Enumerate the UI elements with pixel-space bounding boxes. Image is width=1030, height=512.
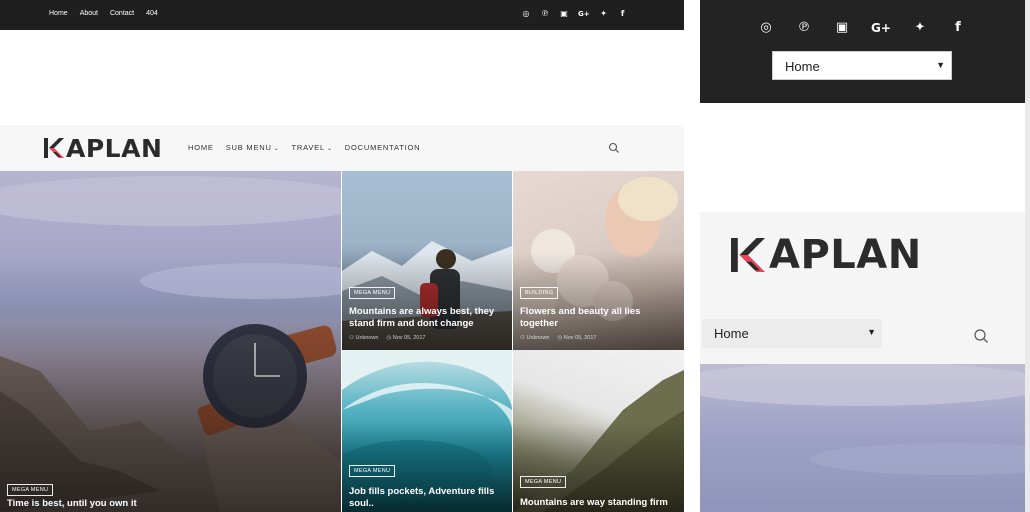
main-menu: HOME SUB MENU ⌄ TRAVEL ⌄ DOCUMENTATION <box>188 143 420 152</box>
logo-k-icon <box>731 238 765 272</box>
mobile-view: ◎ ℗ ▣ G+ ✦ f Home ▼ APLAN Home ▼ <box>700 0 1030 512</box>
google-plus-icon[interactable]: G+ <box>578 9 590 19</box>
mobile-top-select[interactable]: Home ▼ <box>772 51 952 80</box>
screenshot-canvas: Home About Contact 404 ◎ ℗ ▣ G+ ✦ f APLA… <box>0 0 1030 512</box>
mobile-nav-select-value: Home <box>714 326 749 341</box>
hero-post-mountains[interactable]: MEGA MENU Mountains are always best, the… <box>342 171 512 350</box>
post-date: ◷ Nov 05, 2017 <box>557 335 596 341</box>
hero-post-flowers[interactable]: BUILDING Flowers and beauty all lies tog… <box>513 171 684 350</box>
pinterest-icon[interactable]: ℗ <box>540 9 550 19</box>
search-icon[interactable] <box>608 142 620 154</box>
view-divider <box>684 0 700 512</box>
site-logo[interactable]: APLAN <box>44 133 163 163</box>
dropdown-arrow-icon: ▼ <box>936 60 945 70</box>
scrollbar[interactable] <box>1025 0 1030 512</box>
post-date-text: Nov 05, 2017 <box>392 335 426 341</box>
post-author: ⚇ Unknown <box>349 335 378 341</box>
category-badge[interactable]: BUILDING <box>520 287 559 299</box>
desktop-view: Home About Contact 404 ◎ ℗ ▣ G+ ✦ f APLA… <box>0 0 684 512</box>
hero-post-wave[interactable]: MEGA MENU Job fills pockets, Adventure f… <box>342 350 512 512</box>
chevron-down-icon: ⌄ <box>273 146 280 152</box>
top-link-home[interactable]: Home <box>49 10 68 17</box>
nav-item-documentation[interactable]: DOCUMENTATION <box>345 143 421 152</box>
top-link-contact[interactable]: Contact <box>110 10 134 17</box>
post-meta: ⚇ Unknown ◷ Nov 05, 2017 <box>520 335 596 341</box>
search-icon[interactable] <box>973 328 989 344</box>
post-title[interactable]: Job fills pockets, Adventure fills soul.… <box>349 486 507 509</box>
twitter-icon[interactable]: ✦ <box>911 20 929 35</box>
category-badge[interactable]: MEGA MENU <box>7 484 54 496</box>
nav-item-travel-label: TRAVEL <box>291 143 325 152</box>
top-links: Home About Contact 404 <box>49 10 158 17</box>
post-author-text: Unknown <box>355 335 379 341</box>
post-title[interactable]: Time is best, until you own it <box>7 498 327 510</box>
chevron-down-icon: ⌄ <box>326 146 333 152</box>
mobile-hero-image[interactable] <box>700 364 1025 512</box>
category-badge[interactable]: MEGA MENU <box>349 287 396 299</box>
post-date: ◷ Nov 05, 2017 <box>386 335 425 341</box>
logo-text: APLAN <box>66 133 163 163</box>
nav-item-travel[interactable]: TRAVEL ⌄ <box>292 143 333 152</box>
nav-item-home[interactable]: HOME <box>188 143 214 152</box>
instagram-icon[interactable]: ◎ <box>757 20 775 35</box>
category-badge[interactable]: MEGA MENU <box>520 476 567 488</box>
post-title[interactable]: Mountains are way standing firm <box>520 497 684 509</box>
logo-k-icon <box>44 138 64 158</box>
top-bar: Home About Contact 404 ◎ ℗ ▣ G+ ✦ f <box>0 0 684 30</box>
post-title[interactable]: Flowers and beauty all lies together <box>520 306 678 329</box>
mobile-nav-select[interactable]: Home ▼ <box>702 319 882 348</box>
category-badge[interactable]: MEGA MENU <box>349 465 396 477</box>
post-author: ⚇ Unknown <box>520 335 549 341</box>
post-meta: ⚇ Unknown ◷ Nov 05, 2017 <box>349 335 425 341</box>
instagram-icon[interactable]: ◎ <box>521 9 531 19</box>
facebook-icon[interactable]: f <box>618 9 628 19</box>
hero-post-large[interactable]: MEGA MENU Time is best, until you own it <box>0 171 341 512</box>
nav-item-sub-menu[interactable]: SUB MENU ⌄ <box>226 143 280 152</box>
nav-item-home-label: HOME <box>188 143 214 152</box>
nav-item-documentation-label: DOCUMENTATION <box>344 143 421 152</box>
mobile-social: ◎ ℗ ▣ G+ ✦ f <box>757 20 967 35</box>
google-plus-icon[interactable]: G+ <box>871 21 891 35</box>
sky-image <box>700 364 1025 475</box>
facebook-icon[interactable]: f <box>949 20 967 35</box>
top-link-about[interactable]: About <box>80 10 98 17</box>
youtube-icon[interactable]: ▣ <box>559 9 569 19</box>
hero-post-fog[interactable]: MEGA MENU Mountains are way standing fir… <box>513 350 684 512</box>
logo-text: APLAN <box>769 232 922 278</box>
top-social: ◎ ℗ ▣ G+ ✦ f <box>521 9 628 19</box>
dropdown-arrow-icon: ▼ <box>867 327 876 337</box>
post-date-text: Nov 05, 2017 <box>563 335 597 341</box>
pinterest-icon[interactable]: ℗ <box>795 20 813 35</box>
twitter-icon[interactable]: ✦ <box>599 9 609 19</box>
post-title[interactable]: Mountains are always best, they stand fi… <box>349 306 507 329</box>
mobile-top-bar: ◎ ℗ ▣ G+ ✦ f Home ▼ <box>700 0 1025 103</box>
nav-item-sub-menu-label: SUB MENU <box>225 143 272 152</box>
mobile-top-select-value: Home <box>785 59 820 74</box>
mobile-site-logo[interactable]: APLAN <box>731 232 922 278</box>
top-link-404[interactable]: 404 <box>146 10 158 17</box>
post-author-text: Unknown <box>526 335 550 341</box>
youtube-icon[interactable]: ▣ <box>833 20 851 35</box>
